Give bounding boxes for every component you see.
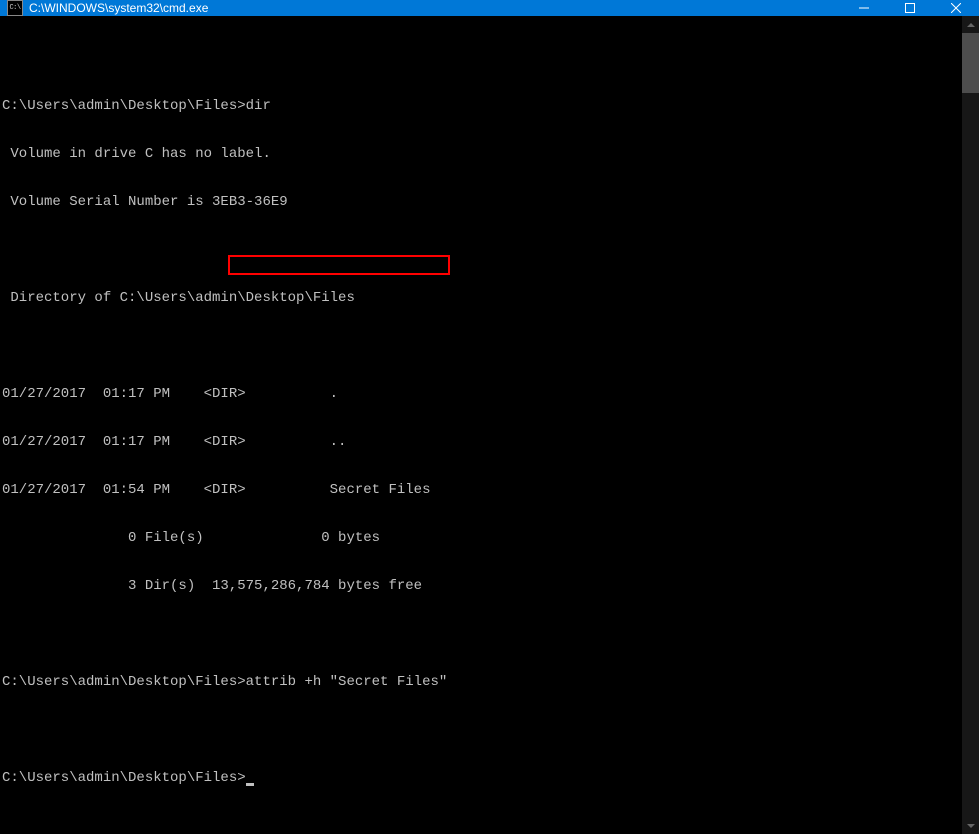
terminal-line: 01/27/2017 01:17 PM <DIR> .. xyxy=(2,434,962,450)
cmd-window: C:\ C:\WINDOWS\system32\cmd.exe C:\Users… xyxy=(0,0,979,512)
terminal-line: 01/27/2017 01:54 PM <DIR> Secret Files xyxy=(2,482,962,498)
cmd-icon: C:\ xyxy=(7,0,23,16)
terminal-line: Volume Serial Number is 3EB3-36E9 xyxy=(2,194,962,210)
maximize-icon xyxy=(905,3,915,13)
terminal-line: Directory of C:\Users\admin\Desktop\File… xyxy=(2,290,962,306)
window-controls xyxy=(841,0,979,16)
terminal-prompt: C:\Users\admin\Desktop\Files> xyxy=(2,770,246,786)
scrollbar-thumb[interactable] xyxy=(962,33,979,93)
terminal-line: 01/27/2017 01:17 PM <DIR> . xyxy=(2,386,962,402)
highlight-annotation xyxy=(228,255,450,275)
terminal-line: C:\Users\admin\Desktop\Files>dir xyxy=(2,98,962,114)
terminal-wrapper: C:\Users\admin\Desktop\Files>dir Volume … xyxy=(0,16,979,834)
terminal-line xyxy=(2,626,962,642)
terminal-content[interactable]: C:\Users\admin\Desktop\Files>dir Volume … xyxy=(0,16,962,834)
terminal-line xyxy=(2,338,962,354)
minimize-button[interactable] xyxy=(841,0,887,16)
terminal-line xyxy=(2,50,962,66)
terminal-line: 3 Dir(s) 13,575,286,784 bytes free xyxy=(2,578,962,594)
terminal-line: C:\Users\admin\Desktop\Files>attrib +h "… xyxy=(2,674,962,690)
terminal-prompt-line: C:\Users\admin\Desktop\Files> xyxy=(2,770,962,786)
terminal-line: 0 File(s) 0 bytes xyxy=(2,530,962,546)
terminal-line xyxy=(2,722,962,738)
chevron-down-icon xyxy=(967,824,975,828)
close-icon xyxy=(951,3,961,13)
cursor xyxy=(246,783,254,786)
scrollbar-up-button[interactable] xyxy=(962,16,979,33)
terminal-line xyxy=(2,242,962,258)
terminal-line: Volume in drive C has no label. xyxy=(2,146,962,162)
window-title: C:\WINDOWS\system32\cmd.exe xyxy=(29,1,841,15)
scrollbar[interactable] xyxy=(962,16,979,834)
chevron-up-icon xyxy=(967,23,975,27)
minimize-icon xyxy=(859,3,869,13)
maximize-button[interactable] xyxy=(887,0,933,16)
close-button[interactable] xyxy=(933,0,979,16)
titlebar[interactable]: C:\ C:\WINDOWS\system32\cmd.exe xyxy=(0,0,979,16)
scrollbar-track[interactable] xyxy=(962,33,979,817)
scrollbar-down-button[interactable] xyxy=(962,817,979,834)
